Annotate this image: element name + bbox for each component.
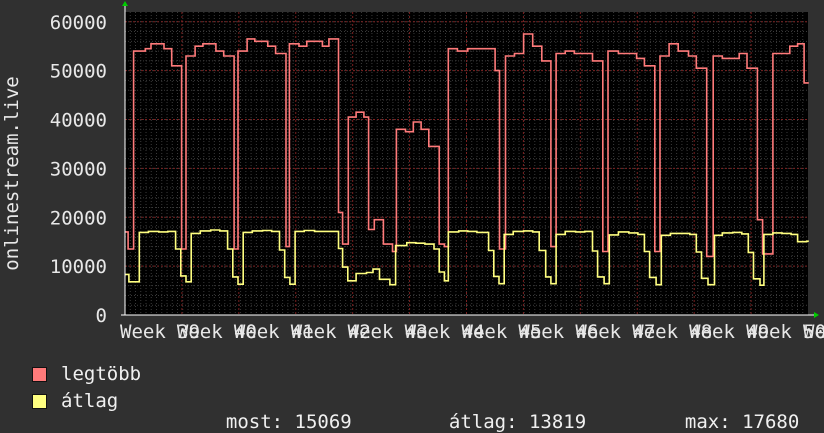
y-tick-label: 0: [96, 305, 107, 327]
y-tick-label: 50000: [50, 61, 107, 83]
y-axis-arrow: [122, 1, 128, 6]
y-tick-label: 30000: [50, 158, 107, 180]
legend-label-atlag: átlag: [61, 390, 119, 412]
x-axis-arrow: [814, 312, 819, 318]
legend-swatch-legtobb: [32, 366, 47, 382]
legend-label-legtobb: legtöbb: [61, 363, 142, 385]
legend-item-legtobb: legtöbb: [32, 362, 141, 386]
legend-swatch-atlag: [32, 393, 47, 409]
line-chart: 0100002000030000400005000060000Week 39We…: [1, 1, 824, 343]
stat-most: most: 15069: [203, 389, 352, 433]
y-tick-label: 60000: [50, 12, 107, 34]
legend-item-atlag: átlag: [32, 389, 118, 413]
stat-max: max: 17680: [662, 389, 799, 433]
y-tick-label: 20000: [50, 207, 107, 229]
y-tick-label: 10000: [50, 256, 107, 278]
y-tick-label: 40000: [50, 110, 107, 132]
y-axis-label: onlinestream.live: [1, 76, 23, 270]
stat-atlag: átlag: 13819: [426, 389, 586, 433]
x-tick-label: Week 5: [803, 321, 824, 343]
